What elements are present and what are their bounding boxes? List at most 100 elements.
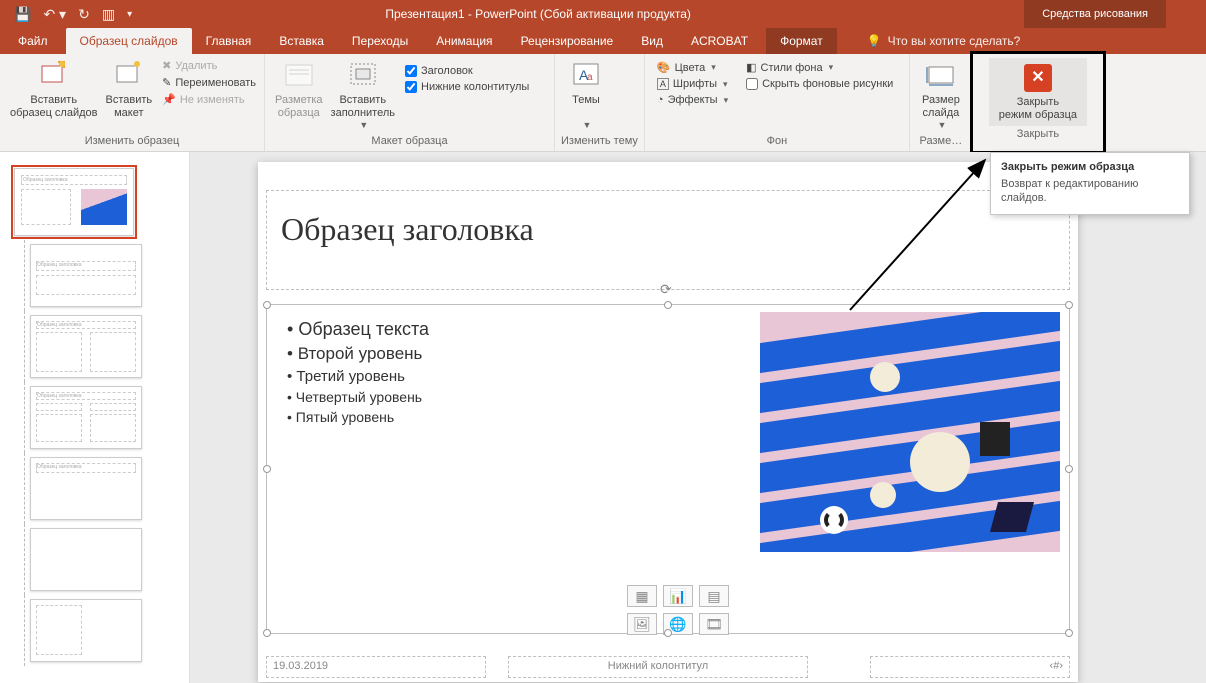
rename-button[interactable]: ✎Переименовать [160,75,258,90]
rename-icon: ✎ [162,76,171,89]
redo-icon[interactable]: ↻ [78,6,90,23]
tab-insert[interactable]: Вставка [265,28,338,54]
chevron-down-icon: ▾ [829,62,834,73]
resize-handle[interactable] [263,465,271,473]
insert-picture-icon[interactable]: 🖼 [627,613,657,635]
save-icon[interactable]: 💾 [14,6,31,23]
content-placeholder-icons: ▦ 📊 ▤ 🖼 🌐 🎞 [627,585,729,635]
preserve-icon: 📌 [162,93,176,106]
tell-me-placeholder: Что вы хотите сделать? [888,34,1021,48]
themes-button[interactable]: Aa Темы▼ [561,58,611,133]
group-background: 🎨Цвета▾ AШрифты▾ ◔Эффекты▾ ◧Стили фона▾ … [645,54,910,151]
decorative-image [760,312,1060,552]
thumbnail-layout-2[interactable]: Образец заголовка [0,311,189,382]
resize-handle[interactable] [263,629,271,637]
footers-checkbox[interactable]: Нижние колонтитулы [403,80,531,94]
thumbnail-layout-6[interactable] [0,595,189,666]
chevron-down-icon: ▾ [711,62,716,73]
insert-smartart-icon[interactable]: ▤ [699,585,729,607]
colors-icon: 🎨 [657,61,671,74]
insert-table-icon[interactable]: ▦ [627,585,657,607]
thumbnail-master[interactable]: Образец заголовка [0,164,189,240]
slide-number-placeholder[interactable]: ‹#› [870,656,1070,678]
tab-file[interactable]: Файл [0,28,66,54]
fonts-button[interactable]: AШрифты▾ [655,77,730,91]
background-styles-icon: ◧ [746,61,756,74]
themes-icon: Aa [570,60,602,92]
tab-animations[interactable]: Анимация [422,28,506,54]
title-bar: 💾 ↶ ▾ ↻ ▥ ▾ Презентация1 - PowerPoint (С… [0,0,1206,28]
rotation-handle-icon[interactable]: ⟳ [660,281,672,298]
colors-button[interactable]: 🎨Цвета▾ [655,60,730,75]
close-master-view-button[interactable]: ✕ Закрыть режим образца [989,58,1087,126]
background-styles-button[interactable]: ◧Стили фона▾ [744,60,895,75]
tab-transitions[interactable]: Переходы [338,28,422,54]
group-edit-theme: Aa Темы▼ Изменить тему [555,54,645,151]
footer-placeholder[interactable]: Нижний колонтитул [508,656,808,678]
master-layout-icon [283,60,315,92]
close-icon: ✕ [1022,62,1054,94]
insert-layout-button[interactable]: Вставить макет [101,58,156,122]
chevron-down-icon: ▾ [723,79,728,90]
insert-placeholder-button[interactable]: Вставить заполнитель▼ [327,58,399,133]
group-label-size: Разме… [916,133,966,149]
insert-video-icon[interactable]: 🎞 [699,613,729,635]
title-placeholder[interactable]: Образец заголовка [266,190,1070,290]
resize-handle[interactable] [263,301,271,309]
resize-handle[interactable] [1065,629,1073,637]
resize-handle[interactable] [664,629,672,637]
workspace: Образец заголовка Образец заголовка Обра… [0,152,1206,683]
group-edit-master: Вставить образец слайдов Вставить макет … [0,54,265,151]
slide-size-icon [925,60,957,92]
insert-slide-master-icon [38,60,70,92]
start-from-beginning-icon[interactable]: ▥ [102,6,115,23]
undo-icon[interactable]: ↶ ▾ [43,6,66,23]
slide-thumbnails-panel[interactable]: Образец заголовка Образец заголовка Обра… [0,152,190,683]
tab-slide-master[interactable]: Образец слайдов [66,28,192,54]
thumbnail-layout-5[interactable] [0,524,189,595]
chevron-down-icon: ▼ [937,120,946,131]
master-slide-canvas[interactable]: Образец заголовка Образец текста Второй … [258,162,1078,682]
slide-size-button[interactable]: Размер слайда▼ [916,58,966,133]
title-checkbox[interactable]: Заголовок [403,64,531,78]
chevron-down-icon: ▼ [583,120,592,131]
tab-acrobat[interactable]: ACROBAT [677,28,762,54]
chevron-down-icon: ▼ [359,120,368,131]
thumbnail-layout-1[interactable]: Образец заголовка [0,240,189,311]
insert-slide-master-button[interactable]: Вставить образец слайдов [6,58,101,122]
tab-format[interactable]: Формат [766,28,837,54]
window-title: Презентация1 - PowerPoint (Сбой активаци… [132,7,1024,21]
thumbnail-layout-3[interactable]: Образец заголовка [0,382,189,453]
quick-access-toolbar: 💾 ↶ ▾ ↻ ▥ ▾ [0,6,132,23]
preserve-button[interactable]: 📌Не изменять [160,92,258,107]
tab-home[interactable]: Главная [192,28,266,54]
ribbon: Вставить образец слайдов Вставить макет … [0,54,1206,152]
tooltip-body: Возврат к редактированию слайдов. [1001,177,1179,206]
resize-handle[interactable] [664,301,672,309]
resize-handle[interactable] [1065,465,1073,473]
group-label-master-layout: Макет образца [271,133,548,149]
date-placeholder[interactable]: 19.03.2019 [266,656,486,678]
slide-editor[interactable]: Образец заголовка Образец текста Второй … [190,152,1206,683]
hide-background-checkbox[interactable]: Скрыть фоновые рисунки [744,77,895,91]
lightbulb-icon: 💡 [867,34,882,48]
thumbnail-layout-4[interactable]: Образец заголовка [0,453,189,524]
insert-layout-icon [113,60,145,92]
contextual-tab-label: Средства рисования [1024,0,1166,28]
delete-icon: ✖ [162,59,171,72]
thumbnail-master-slide[interactable]: Образец заголовка [14,168,134,236]
resize-handle[interactable] [1065,301,1073,309]
group-label-edit-master: Изменить образец [6,133,258,149]
effects-button[interactable]: ◔Эффекты▾ [655,93,730,107]
tab-review[interactable]: Рецензирование [507,28,628,54]
qat-more-icon[interactable]: ▾ [127,9,132,20]
delete-button[interactable]: ✖Удалить [160,58,258,73]
tab-view[interactable]: Вид [627,28,677,54]
group-label-close: Закрыть [979,126,1097,142]
master-layout-button[interactable]: Разметка образца [271,58,327,122]
group-size: Размер слайда▼ Разме… [910,54,973,151]
insert-chart-icon[interactable]: 📊 [663,585,693,607]
group-label-edit-theme: Изменить тему [561,133,638,149]
tooltip-close-master: Закрыть режим образца Возврат к редактир… [990,152,1190,215]
fonts-icon: A [657,78,669,90]
